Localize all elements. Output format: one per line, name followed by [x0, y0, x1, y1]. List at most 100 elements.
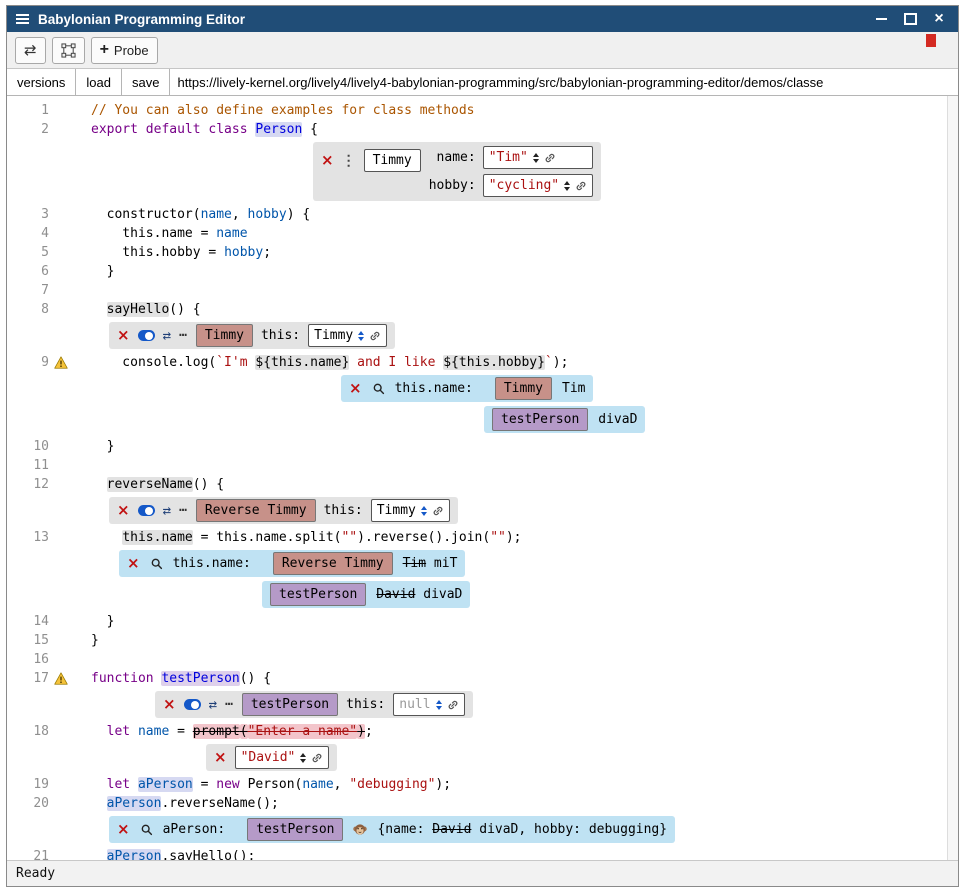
- code-line[interactable]: 14 }: [7, 612, 947, 631]
- code-line[interactable]: 8 sayHello() {: [7, 300, 947, 319]
- value-spinner[interactable]: [358, 331, 364, 341]
- example-badge[interactable]: Timmy: [196, 324, 253, 347]
- code-line[interactable]: 7: [7, 281, 947, 300]
- code-line[interactable]: 12 reverseName() {: [7, 475, 947, 494]
- value-spinner[interactable]: [533, 153, 539, 163]
- code-line[interactable]: 16: [7, 650, 947, 669]
- code-line[interactable]: 4 this.name = name: [7, 224, 947, 243]
- code-line[interactable]: 9 console.log(`I'm ${this.name} and I li…: [7, 353, 947, 372]
- code-token: hobby: [224, 245, 263, 260]
- editor[interactable]: 1// You can also define examples for cla…: [7, 96, 958, 860]
- code-token: [91, 724, 107, 739]
- example-badge[interactable]: testPerson: [492, 408, 588, 431]
- value-spinner[interactable]: [421, 506, 427, 516]
- code-line[interactable]: 3 constructor(name, hobby) {: [7, 205, 947, 224]
- example-badge[interactable]: Reverse Timmy: [273, 552, 393, 575]
- close-icon[interactable]: ×: [214, 750, 227, 765]
- add-probe-button[interactable]: + Probe: [91, 37, 158, 64]
- example-badge[interactable]: testPerson: [242, 693, 338, 716]
- code-line[interactable]: 5 this.hobby = hobby;: [7, 243, 947, 262]
- value-box[interactable]: "Tim": [483, 146, 593, 169]
- maximize-button[interactable]: [900, 9, 920, 29]
- minimize-button[interactable]: [871, 9, 891, 29]
- example-name-badge[interactable]: Timmy: [364, 149, 421, 172]
- more-options-icon[interactable]: ⋯: [179, 329, 188, 342]
- probe-value: divaD, hobby: debugging}: [471, 822, 667, 837]
- vertical-scrollbar[interactable]: [947, 96, 958, 860]
- link-icon[interactable]: [575, 180, 587, 192]
- close-icon[interactable]: ×: [117, 503, 130, 518]
- close-icon[interactable]: ×: [321, 153, 334, 168]
- example-badge[interactable]: testPerson: [270, 583, 366, 606]
- frame-select-button[interactable]: [52, 37, 85, 64]
- swap-arrows-icon[interactable]: ⇄: [163, 504, 171, 518]
- value-box[interactable]: null: [393, 693, 464, 716]
- value-box[interactable]: Timmy: [371, 499, 450, 522]
- close-icon[interactable]: ×: [127, 556, 140, 571]
- code-token: reverseName: [107, 477, 193, 492]
- drag-handle-icon[interactable]: ⋮: [342, 154, 356, 168]
- swap-arrows-icon[interactable]: ⇄: [163, 329, 171, 343]
- code-token: testPerson: [161, 671, 239, 686]
- versions-button[interactable]: versions: [7, 69, 76, 95]
- code-line[interactable]: 20 aPerson.reverseName();: [7, 794, 947, 813]
- value-box[interactable]: "cycling": [483, 174, 593, 197]
- swap-arrows-icon[interactable]: ⇄: [209, 698, 217, 712]
- example-badge[interactable]: testPerson: [247, 818, 343, 841]
- close-icon[interactable]: ×: [349, 381, 362, 396]
- more-options-icon[interactable]: ⋯: [179, 504, 188, 517]
- probe-instance-widget: ×⇄⋯testPersonthis:null: [155, 691, 473, 718]
- link-icon[interactable]: [432, 505, 444, 517]
- code-text: reverseName() {: [91, 477, 224, 492]
- value-box[interactable]: Timmy: [308, 324, 387, 347]
- code-line[interactable]: 18 let name = prompt("Enter a name");: [7, 722, 947, 741]
- swap-button[interactable]: ⇄: [15, 37, 46, 64]
- code-token: [91, 777, 107, 792]
- close-icon[interactable]: ×: [117, 822, 130, 837]
- code-line[interactable]: 10 }: [7, 437, 947, 456]
- close-icon[interactable]: ×: [117, 328, 130, 343]
- url-input[interactable]: https://lively-kernel.org/lively4/lively…: [170, 69, 958, 95]
- code-token: and I like: [349, 355, 443, 370]
- link-icon[interactable]: [544, 152, 556, 164]
- code-token: ).reverse().join(: [357, 530, 490, 545]
- code-line[interactable]: 2export default class Person {: [7, 120, 947, 139]
- notification-indicator[interactable]: [926, 34, 936, 47]
- add-probe-label: Probe: [114, 43, 149, 58]
- example-badge[interactable]: Timmy: [495, 377, 552, 400]
- toggle-icon[interactable]: [138, 330, 155, 341]
- menu-icon[interactable]: [16, 14, 29, 24]
- code-line[interactable]: 11: [7, 456, 947, 475]
- example-badge[interactable]: Reverse Timmy: [196, 499, 316, 522]
- toggle-icon[interactable]: [184, 699, 201, 710]
- code-line[interactable]: 6 }: [7, 262, 947, 281]
- code-line[interactable]: 19 let aPerson = new Person(name, "debug…: [7, 775, 947, 794]
- gutter-icon-slot: [49, 243, 78, 262]
- more-options-icon[interactable]: ⋯: [225, 698, 234, 711]
- gutter-icon-slot: [49, 794, 78, 813]
- value-spinner[interactable]: [300, 753, 306, 763]
- code-token: (: [240, 724, 248, 739]
- line-number: 3: [7, 205, 49, 224]
- code-line[interactable]: 13 this.name = this.name.split("").rever…: [7, 528, 947, 547]
- link-icon[interactable]: [447, 699, 459, 711]
- code-token: ;: [263, 245, 271, 260]
- toggle-icon[interactable]: [138, 505, 155, 516]
- code-line[interactable]: 15}: [7, 631, 947, 650]
- value-spinner[interactable]: [564, 181, 570, 191]
- close-window-button[interactable]: ×: [929, 9, 949, 29]
- close-icon[interactable]: ×: [163, 697, 176, 712]
- code-line[interactable]: 21 aPerson.sayHello();: [7, 847, 947, 860]
- gutter-icon-slot: [49, 300, 78, 319]
- link-icon[interactable]: [311, 752, 323, 764]
- code-line[interactable]: 1// You can also define examples for cla…: [7, 101, 947, 120]
- value-box[interactable]: "David": [235, 746, 330, 769]
- code-line[interactable]: 17function testPerson() {: [7, 669, 947, 688]
- load-button[interactable]: load: [76, 69, 122, 95]
- link-icon[interactable]: [369, 330, 381, 342]
- save-button[interactable]: save: [122, 69, 170, 95]
- code-text: constructor(name, hobby) {: [91, 207, 310, 222]
- value-spinner[interactable]: [436, 700, 442, 710]
- this-label: this:: [261, 326, 300, 345]
- probe-label: aPerson:: [163, 820, 226, 839]
